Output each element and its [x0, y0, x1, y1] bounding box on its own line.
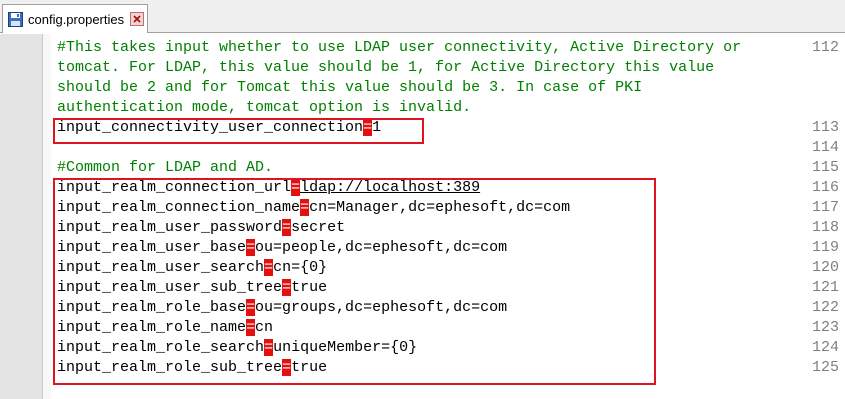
line-number: 122 [811, 299, 839, 316]
property-value: secret [291, 219, 346, 236]
property-value: uniqueMember={0} [273, 339, 418, 356]
property-value: ou=groups,dc=ephesoft,dc=com [255, 299, 508, 316]
fold-margin [43, 34, 51, 399]
code-line[interactable]: #Common for LDAP and AD. [57, 158, 273, 178]
property-value: cn [255, 319, 274, 336]
code-line[interactable]: input_realm_role_search=uniqueMember={0} [57, 338, 417, 358]
property-key: input_connectivity_user_connection [57, 119, 364, 136]
code-line[interactable]: input_realm_connection_name=cn=Manager,d… [57, 198, 570, 218]
property-key: input_realm_connection_url [57, 179, 292, 196]
line-number: 117 [811, 199, 839, 216]
line-number: 119 [811, 239, 839, 256]
line-number: 121 [811, 279, 839, 296]
code-line[interactable]: input_realm_role_base=ou=groups,dc=ephes… [57, 298, 507, 318]
code-line[interactable]: #This takes input whether to use LDAP us… [57, 38, 741, 58]
line-number: 112 [811, 39, 839, 56]
equals-marker: = [363, 119, 373, 136]
property-key: input_realm_role_search [57, 339, 265, 356]
code-line[interactable]: input_realm_user_password=secret [57, 218, 345, 238]
equals-marker: = [282, 219, 292, 236]
property-value[interactable]: ldap://localhost:389 [300, 179, 480, 196]
code-line[interactable]: input_realm_user_search=cn={0} [57, 258, 327, 278]
property-key: input_realm_role_base [57, 299, 247, 316]
code-line[interactable]: input_connectivity_user_connection=1 [57, 118, 381, 138]
equals-marker: = [300, 199, 310, 216]
close-icon[interactable] [130, 12, 145, 26]
equals-marker: = [264, 259, 274, 276]
property-key: input_realm_user_search [57, 259, 265, 276]
property-key: input_realm_connection_name [57, 199, 301, 216]
property-key: input_realm_role_name [57, 319, 247, 336]
equals-marker: = [246, 239, 256, 256]
tab-filename: config.properties [28, 11, 125, 27]
code-line[interactable]: input_realm_connection_url=ldap://localh… [57, 178, 480, 198]
code-line[interactable]: should be 2 and for Tomcat this value sh… [57, 78, 642, 98]
code-line[interactable]: authentication mode, tomcat option is in… [57, 98, 471, 118]
line-number: 123 [811, 319, 839, 336]
line-number: 124 [811, 339, 839, 356]
equals-marker: = [246, 299, 256, 316]
property-key: input_realm_user_password [57, 219, 283, 236]
line-number: 114 [811, 139, 839, 156]
file-tab[interactable]: config.properties [2, 4, 148, 33]
line-number: 116 [811, 179, 839, 196]
property-value: true [291, 359, 328, 376]
code-line[interactable]: input_realm_role_sub_tree=true [57, 358, 327, 378]
line-number: 115 [811, 159, 839, 176]
property-value: cn={0} [273, 259, 328, 276]
equals-marker: = [264, 339, 274, 356]
code-line[interactable]: tomcat. For LDAP, this value should be 1… [57, 58, 714, 78]
property-value: 1 [372, 119, 382, 136]
line-number: 113 [811, 119, 839, 136]
equals-marker: = [282, 359, 292, 376]
property-key: input_realm_user_sub_tree [57, 279, 283, 296]
property-key: input_realm_role_sub_tree [57, 359, 283, 376]
code-line[interactable]: input_realm_user_sub_tree=true [57, 278, 327, 298]
save-disk-icon [8, 11, 23, 27]
equals-marker: = [246, 319, 256, 336]
line-number: 118 [811, 219, 839, 236]
tab-bar: config.properties [0, 0, 845, 33]
code-line[interactable]: input_realm_user_base=ou=people,dc=ephes… [57, 238, 507, 258]
code-editor[interactable]: 112 #This takes input whether to use LDAP… [0, 34, 845, 399]
line-number: 120 [811, 259, 839, 276]
property-value: ou=people,dc=ephesoft,dc=com [255, 239, 508, 256]
equals-marker: = [282, 279, 292, 296]
equals-marker: = [291, 179, 301, 196]
property-key: input_realm_user_base [57, 239, 247, 256]
property-value: true [291, 279, 328, 296]
property-value: cn=Manager,dc=ephesoft,dc=com [309, 199, 571, 216]
code-line[interactable]: input_realm_role_name=cn [57, 318, 273, 338]
line-number-gutter [0, 34, 43, 399]
line-number: 125 [811, 359, 839, 376]
